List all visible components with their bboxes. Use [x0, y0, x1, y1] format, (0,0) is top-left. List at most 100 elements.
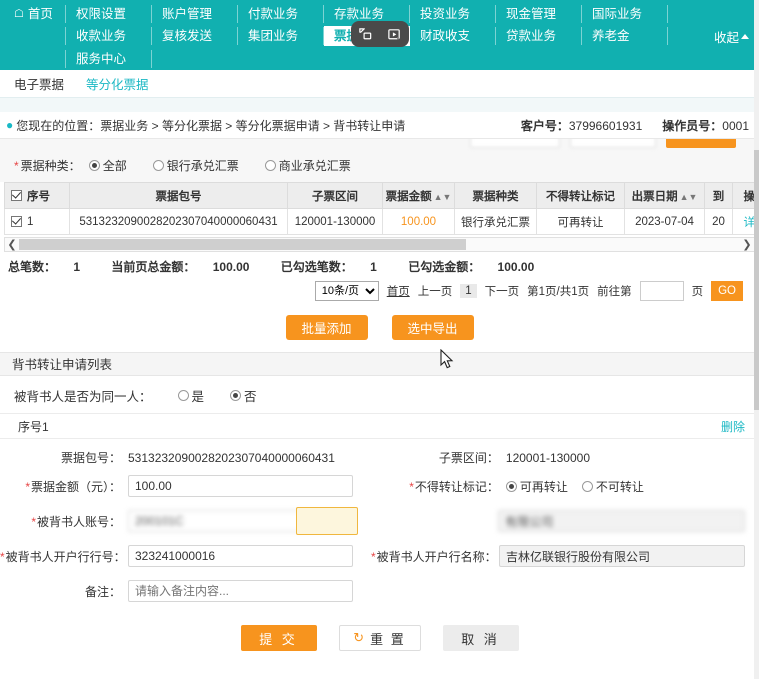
bill-table-container: 序号 票据包号 子票区间 票据金额▲▼ 票据种类 不得转让标记 出票日期▲▼ 到…: [0, 182, 759, 235]
search-submit-button-cropped[interactable]: [666, 138, 736, 148]
tab-electronic-bill[interactable]: 电子票据: [10, 71, 68, 96]
scroll-left-icon[interactable]: ❮: [5, 238, 19, 251]
scroll-right-icon[interactable]: ❯: [740, 238, 754, 251]
pager-current-page[interactable]: 1: [460, 284, 476, 298]
required-marker: *: [25, 480, 30, 494]
summary-label: 已勾选金额：: [408, 260, 480, 274]
search-text-input-cropped[interactable]: [470, 138, 560, 148]
cancel-button[interactable]: 取 消: [443, 625, 519, 651]
home-icon: ☖: [14, 5, 24, 23]
nav-item-service-center[interactable]: 服务中心: [66, 50, 152, 68]
nav-item-pension[interactable]: 养老金: [582, 27, 668, 45]
row-checkbox[interactable]: [11, 216, 22, 227]
nav-item-cash-management[interactable]: 现金管理: [496, 5, 582, 23]
nav-label: 付款业务: [248, 5, 298, 23]
field-endorsee-bank-name-label-text: 被背书人开户行名称：: [377, 550, 497, 564]
radio-same-endorsee-yes[interactable]: 是: [178, 386, 205, 405]
search-cropped-controls: [0, 138, 759, 149]
nav-item-group-business[interactable]: 集团业务: [238, 27, 324, 45]
col-label: 子票区间: [312, 191, 358, 203]
bill-table: 序号 票据包号 子票区间 票据金额▲▼ 票据种类 不得转让标记 出票日期▲▼ 到…: [4, 182, 759, 235]
table-row: 1 5313232090028202307040000060431 120001…: [5, 209, 759, 235]
page-scrollbar[interactable]: [754, 0, 759, 679]
nav-spacer-1: [0, 27, 66, 45]
summary-page-amount: 当前页总金额： 100.00: [111, 260, 263, 274]
pager-go-button[interactable]: GO: [711, 281, 743, 301]
radio-not-transferable[interactable]: 不可转让: [582, 478, 644, 495]
nav-item-international[interactable]: 国际业务: [582, 5, 668, 23]
pager-next-page[interactable]: 下一页: [485, 283, 520, 299]
same-endorsee-row: 被背书人是否为同一人： 是 否: [0, 376, 759, 413]
page-size-select[interactable]: 10条/页: [315, 281, 379, 301]
breadcrumb-bar: ● 您现在的位置： 票据业务 > 等分化票据 > 等分化票据申请 > 背书转让申…: [0, 112, 759, 138]
field-sub-range: 子票区间： 120001-130000: [378, 449, 745, 466]
nav-item-collection[interactable]: 收款业务: [66, 27, 152, 45]
radio-transferable[interactable]: 可再转让: [506, 478, 568, 495]
reset-button[interactable]: ↻ 重 置: [339, 625, 421, 651]
pager-goto-input[interactable]: [640, 281, 684, 301]
nav-collapse-button[interactable]: 收起: [714, 27, 749, 46]
tab-divisible-bill[interactable]: 等分化票据: [82, 71, 153, 96]
required-marker: *: [371, 550, 376, 564]
delete-item-link[interactable]: 删除: [721, 418, 745, 435]
cell-due-date: 20: [705, 209, 733, 235]
remark-input[interactable]: [128, 580, 353, 602]
pager-prev-page[interactable]: 上一页: [418, 283, 453, 299]
nav-item-deposit[interactable]: 存款业务: [324, 5, 410, 23]
select-all-checkbox[interactable]: [11, 190, 22, 201]
highlight-overlay-box[interactable]: [296, 507, 358, 535]
nav-item-fiscal[interactable]: 财政收支: [410, 27, 496, 45]
radio-bill-type-commercial[interactable]: 商业承兑汇票: [265, 157, 351, 174]
submit-button[interactable]: 提 交: [241, 625, 317, 651]
amount-input[interactable]: [128, 475, 353, 497]
nav-item-home[interactable]: ☖ 首页: [0, 5, 66, 23]
form-row-bank: *被背书人开户行行号： *被背书人开户行名称：: [0, 545, 745, 567]
nav-item-account[interactable]: 账户管理: [152, 5, 238, 23]
scroll-track[interactable]: [19, 239, 740, 250]
endorsee-bank-code-input[interactable]: [128, 545, 353, 567]
summary-value: 100.00: [213, 260, 250, 274]
field-endorsee-account-label: *被背书人账号：: [0, 513, 128, 530]
field-endorsee-bank-name-label: *被背书人开户行名称：: [371, 548, 499, 565]
col-sub-range: 子票区间: [288, 183, 383, 209]
batch-add-button[interactable]: 批量添加: [286, 315, 368, 340]
field-transfer-mark: *不得转让标记： 可再转让 不可转让: [378, 478, 745, 495]
summary-label: 总笔数：: [8, 260, 56, 274]
picture-in-picture-icon[interactable]: [358, 27, 373, 42]
radio-same-endorsee-no[interactable]: 否: [230, 386, 257, 405]
sort-icon[interactable]: ▲▼: [434, 192, 452, 202]
scroll-thumb[interactable]: [19, 239, 466, 250]
same-endorsee-label: 被背书人是否为同一人：: [14, 386, 152, 405]
pager-first-page[interactable]: 首页: [387, 283, 410, 299]
endorsement-item-index: 序号1: [18, 418, 49, 435]
col-issue-date[interactable]: 出票日期▲▼: [625, 183, 705, 209]
radio-bill-type-bank[interactable]: 银行承兑汇票: [153, 157, 239, 174]
sort-icon[interactable]: ▲▼: [680, 192, 698, 202]
col-package-no: 票据包号: [70, 183, 288, 209]
nav-item-permission[interactable]: 权限设置: [66, 5, 152, 23]
nav-label: 贷款业务: [506, 27, 556, 45]
nav-item-loan[interactable]: 贷款业务: [496, 27, 582, 45]
radio-bill-type-all[interactable]: 全部: [89, 157, 127, 174]
field-package-no: 票据包号： 5313232090028202307040000060431: [0, 449, 378, 466]
col-amount[interactable]: 票据金额▲▼: [383, 183, 455, 209]
table-horizontal-scrollbar[interactable]: ❮ ❯: [4, 237, 755, 252]
endorsee-bank-name-input: [499, 545, 745, 567]
bill-type-label: 票据种类：: [21, 157, 81, 174]
page-scrollbar-thumb[interactable]: [754, 150, 759, 410]
nav-item-investment[interactable]: 投资业务: [410, 5, 496, 23]
col-label: 不得转让标记: [546, 191, 615, 203]
field-transfer-mark-label: *不得转让标记：: [378, 478, 506, 495]
export-selected-button[interactable]: 选中导出: [392, 315, 474, 340]
floating-capture-toolbar[interactable]: [351, 21, 409, 47]
form-row-remark: 备注：: [0, 580, 745, 602]
operator-no: 操作员号：0001: [662, 117, 749, 134]
endorsement-item-header: 序号1 删除: [0, 413, 759, 439]
nav-item-review-send[interactable]: 复核发送: [152, 27, 238, 45]
search-date-input-cropped[interactable]: [570, 138, 656, 148]
nav-item-payment[interactable]: 付款业务: [238, 5, 324, 23]
required-marker: *: [409, 480, 414, 494]
play-cursor-icon[interactable]: [387, 27, 402, 42]
nav-collapse-label: 收起: [714, 27, 739, 46]
form-row-package: 票据包号： 5313232090028202307040000060431 子票…: [0, 449, 745, 466]
